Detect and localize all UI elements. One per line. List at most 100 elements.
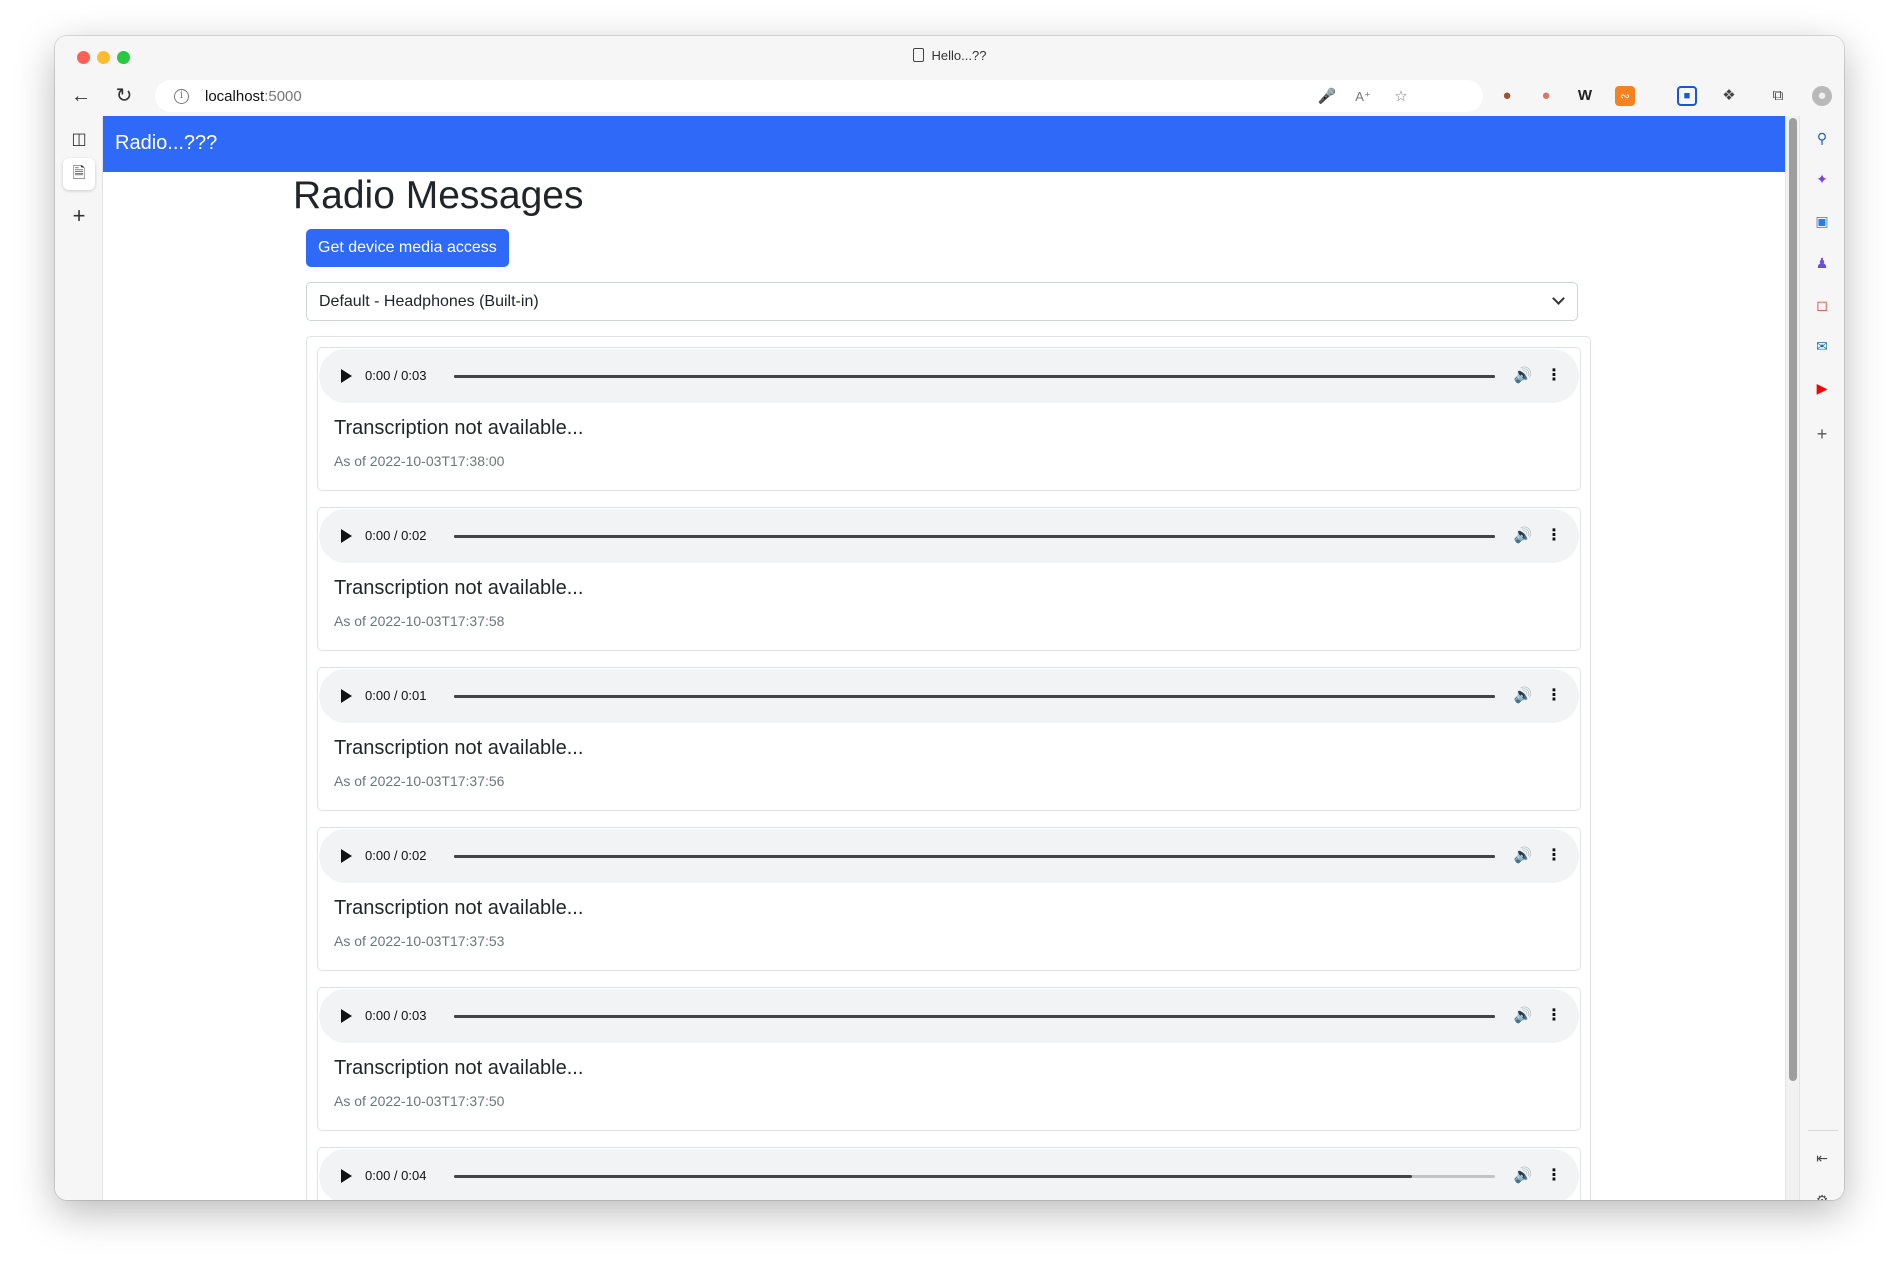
more-options-icon[interactable]: ⋮: [1544, 686, 1564, 706]
volume-icon[interactable]: 🔊: [1512, 1006, 1534, 1026]
edge-sidebar: ⚲ ✦ ▣ ♟ ◻ ✉ ▶ + ⇤ ⚙: [1799, 116, 1844, 1200]
audio-player[interactable]: 0:00 / 0:02 🔊 ⋮: [319, 829, 1579, 883]
hide-sidebar-icon[interactable]: ⇤: [1812, 1148, 1832, 1168]
audio-progress-fill: [454, 1015, 1495, 1018]
url-text: localhost:5000: [205, 88, 302, 105]
audio-progress-fill: [454, 855, 1495, 858]
audio-device-select[interactable]: Default - Headphones (Built-in): [306, 282, 1578, 321]
volume-icon[interactable]: 🔊: [1512, 1166, 1534, 1186]
new-tab-icon[interactable]: +: [63, 200, 95, 232]
audio-player[interactable]: 0:00 / 0:01 🔊 ⋮: [319, 669, 1579, 723]
tab-title[interactable]: Hello...??: [55, 48, 1844, 63]
games-icon[interactable]: ♟: [1812, 253, 1832, 273]
extensions-puzzle-icon[interactable]: ❖: [1719, 86, 1739, 106]
read-aloud-icon[interactable]: A⁺: [1353, 87, 1373, 107]
microphone-icon[interactable]: 🎤: [1317, 87, 1337, 107]
transcription-text: Transcription not available...: [334, 737, 584, 759]
rss-icon[interactable]: ∾: [1615, 86, 1635, 106]
vertical-tab-strip: ◫ 🗎 +: [55, 116, 103, 1200]
timestamp-text: As of 2022-10-03T17:37:58: [334, 613, 505, 629]
address-bar[interactable]: i localhost:5000 🎤 A⁺ ☆: [155, 80, 1483, 112]
outlook-icon[interactable]: ✉: [1812, 336, 1832, 356]
transcription-text: Transcription not available...: [334, 417, 584, 439]
page-title: Radio Messages: [293, 174, 584, 217]
play-icon[interactable]: [341, 369, 352, 383]
tools-icon[interactable]: ▣: [1812, 211, 1832, 231]
more-options-icon[interactable]: ⋮: [1544, 366, 1564, 386]
audio-progress-fill: [454, 535, 1495, 538]
audio-progress-fill: [454, 1175, 1412, 1178]
audio-progress-track[interactable]: [454, 1175, 1495, 1178]
settings-icon[interactable]: ⚙: [1812, 1190, 1832, 1200]
tab-title-text: Hello...??: [931, 48, 987, 63]
url-host: localhost: [205, 88, 265, 105]
copilot-icon[interactable]: ✦: [1812, 169, 1832, 189]
info-icon[interactable]: i: [174, 89, 189, 104]
volume-icon[interactable]: 🔊: [1512, 366, 1534, 386]
audio-player[interactable]: 0:00 / 0:04 🔊 ⋮: [319, 1149, 1579, 1200]
message-list: 0:00 / 0:03 🔊 ⋮ Transcription not availa…: [306, 336, 1591, 1200]
play-icon[interactable]: [341, 849, 352, 863]
audio-player[interactable]: 0:00 / 0:03 🔊 ⋮: [319, 989, 1579, 1043]
volume-icon[interactable]: 🔊: [1512, 526, 1534, 546]
page-scrollbar[interactable]: [1785, 116, 1799, 1200]
url-port: :5000: [264, 88, 302, 105]
transcription-text: Transcription not available...: [334, 577, 584, 599]
profile-avatar[interactable]: ●: [1812, 86, 1832, 106]
audio-time: 0:00 / 0:04: [365, 1168, 427, 1183]
add-favorite-icon[interactable]: ☆: [1391, 87, 1411, 107]
page-viewport: Radio...??? Radio Messages Get device me…: [103, 116, 1799, 1200]
play-icon[interactable]: [341, 1169, 352, 1183]
extension-icon[interactable]: ■: [1677, 86, 1697, 106]
transcription-text: Transcription not available...: [334, 1057, 584, 1079]
search-icon[interactable]: ⚲: [1812, 128, 1832, 148]
volume-icon[interactable]: 🔊: [1512, 846, 1534, 866]
message-card: 0:00 / 0:01 🔊 ⋮ Transcription not availa…: [317, 667, 1581, 811]
tab-actions-icon[interactable]: ◫: [63, 124, 95, 156]
audio-progress-track[interactable]: [454, 375, 1495, 378]
extension-icon[interactable]: ●: [1497, 86, 1517, 106]
chevron-down-icon: [1552, 292, 1565, 305]
sidebar-divider: [1808, 1130, 1838, 1131]
audio-time: 0:00 / 0:03: [365, 1008, 427, 1023]
back-icon[interactable]: ←: [67, 82, 95, 110]
timestamp-text: As of 2022-10-03T17:37:50: [334, 1093, 505, 1109]
message-card: 0:00 / 0:03 🔊 ⋮ Transcription not availa…: [317, 347, 1581, 491]
message-card: 0:00 / 0:04 🔊 ⋮: [317, 1147, 1581, 1200]
audio-progress-fill: [454, 695, 1495, 698]
scrollbar-thumb[interactable]: [1789, 118, 1797, 1081]
audio-progress-track[interactable]: [454, 695, 1495, 698]
browser-toolbar: ← ↻ i localhost:5000 🎤 A⁺ ☆ ● ● W ∾ ■ ❖ …: [55, 76, 1844, 116]
play-icon[interactable]: [341, 1009, 352, 1023]
active-tab-icon[interactable]: 🗎: [63, 158, 95, 190]
more-options-icon[interactable]: ⋮: [1544, 1166, 1564, 1186]
selected-device: Default - Headphones (Built-in): [319, 293, 539, 310]
play-icon[interactable]: [341, 689, 352, 703]
audio-progress-track[interactable]: [454, 1015, 1495, 1018]
extension-icon[interactable]: W: [1575, 86, 1595, 106]
office-icon[interactable]: ◻: [1812, 295, 1832, 315]
refresh-icon[interactable]: ↻: [110, 82, 138, 110]
more-options-icon[interactable]: ⋮: [1544, 1006, 1564, 1026]
audio-player[interactable]: 0:00 / 0:02 🔊 ⋮: [319, 509, 1579, 563]
document-icon: [912, 48, 924, 62]
youtube-icon[interactable]: ▶: [1812, 378, 1832, 398]
play-icon[interactable]: [341, 529, 352, 543]
brand-link[interactable]: Radio...???: [115, 132, 217, 155]
volume-icon[interactable]: 🔊: [1512, 686, 1534, 706]
extension-icon[interactable]: ●: [1536, 86, 1556, 106]
get-media-access-button[interactable]: Get device media access: [306, 229, 509, 267]
app-navbar: Radio...???: [103, 116, 1785, 172]
audio-player[interactable]: 0:00 / 0:03 🔊 ⋮: [319, 349, 1579, 403]
title-bar: Hello...??: [55, 36, 1844, 76]
add-icon[interactable]: +: [1812, 424, 1832, 444]
timestamp-text: As of 2022-10-03T17:38:00: [334, 453, 505, 469]
audio-progress-track[interactable]: [454, 535, 1495, 538]
audio-progress-fill: [454, 375, 1495, 378]
message-card: 0:00 / 0:02 🔊 ⋮ Transcription not availa…: [317, 827, 1581, 971]
message-card: 0:00 / 0:02 🔊 ⋮ Transcription not availa…: [317, 507, 1581, 651]
more-options-icon[interactable]: ⋮: [1544, 526, 1564, 546]
more-options-icon[interactable]: ⋮: [1544, 846, 1564, 866]
audio-progress-track[interactable]: [454, 855, 1495, 858]
collections-icon[interactable]: ⧉: [1768, 86, 1788, 106]
